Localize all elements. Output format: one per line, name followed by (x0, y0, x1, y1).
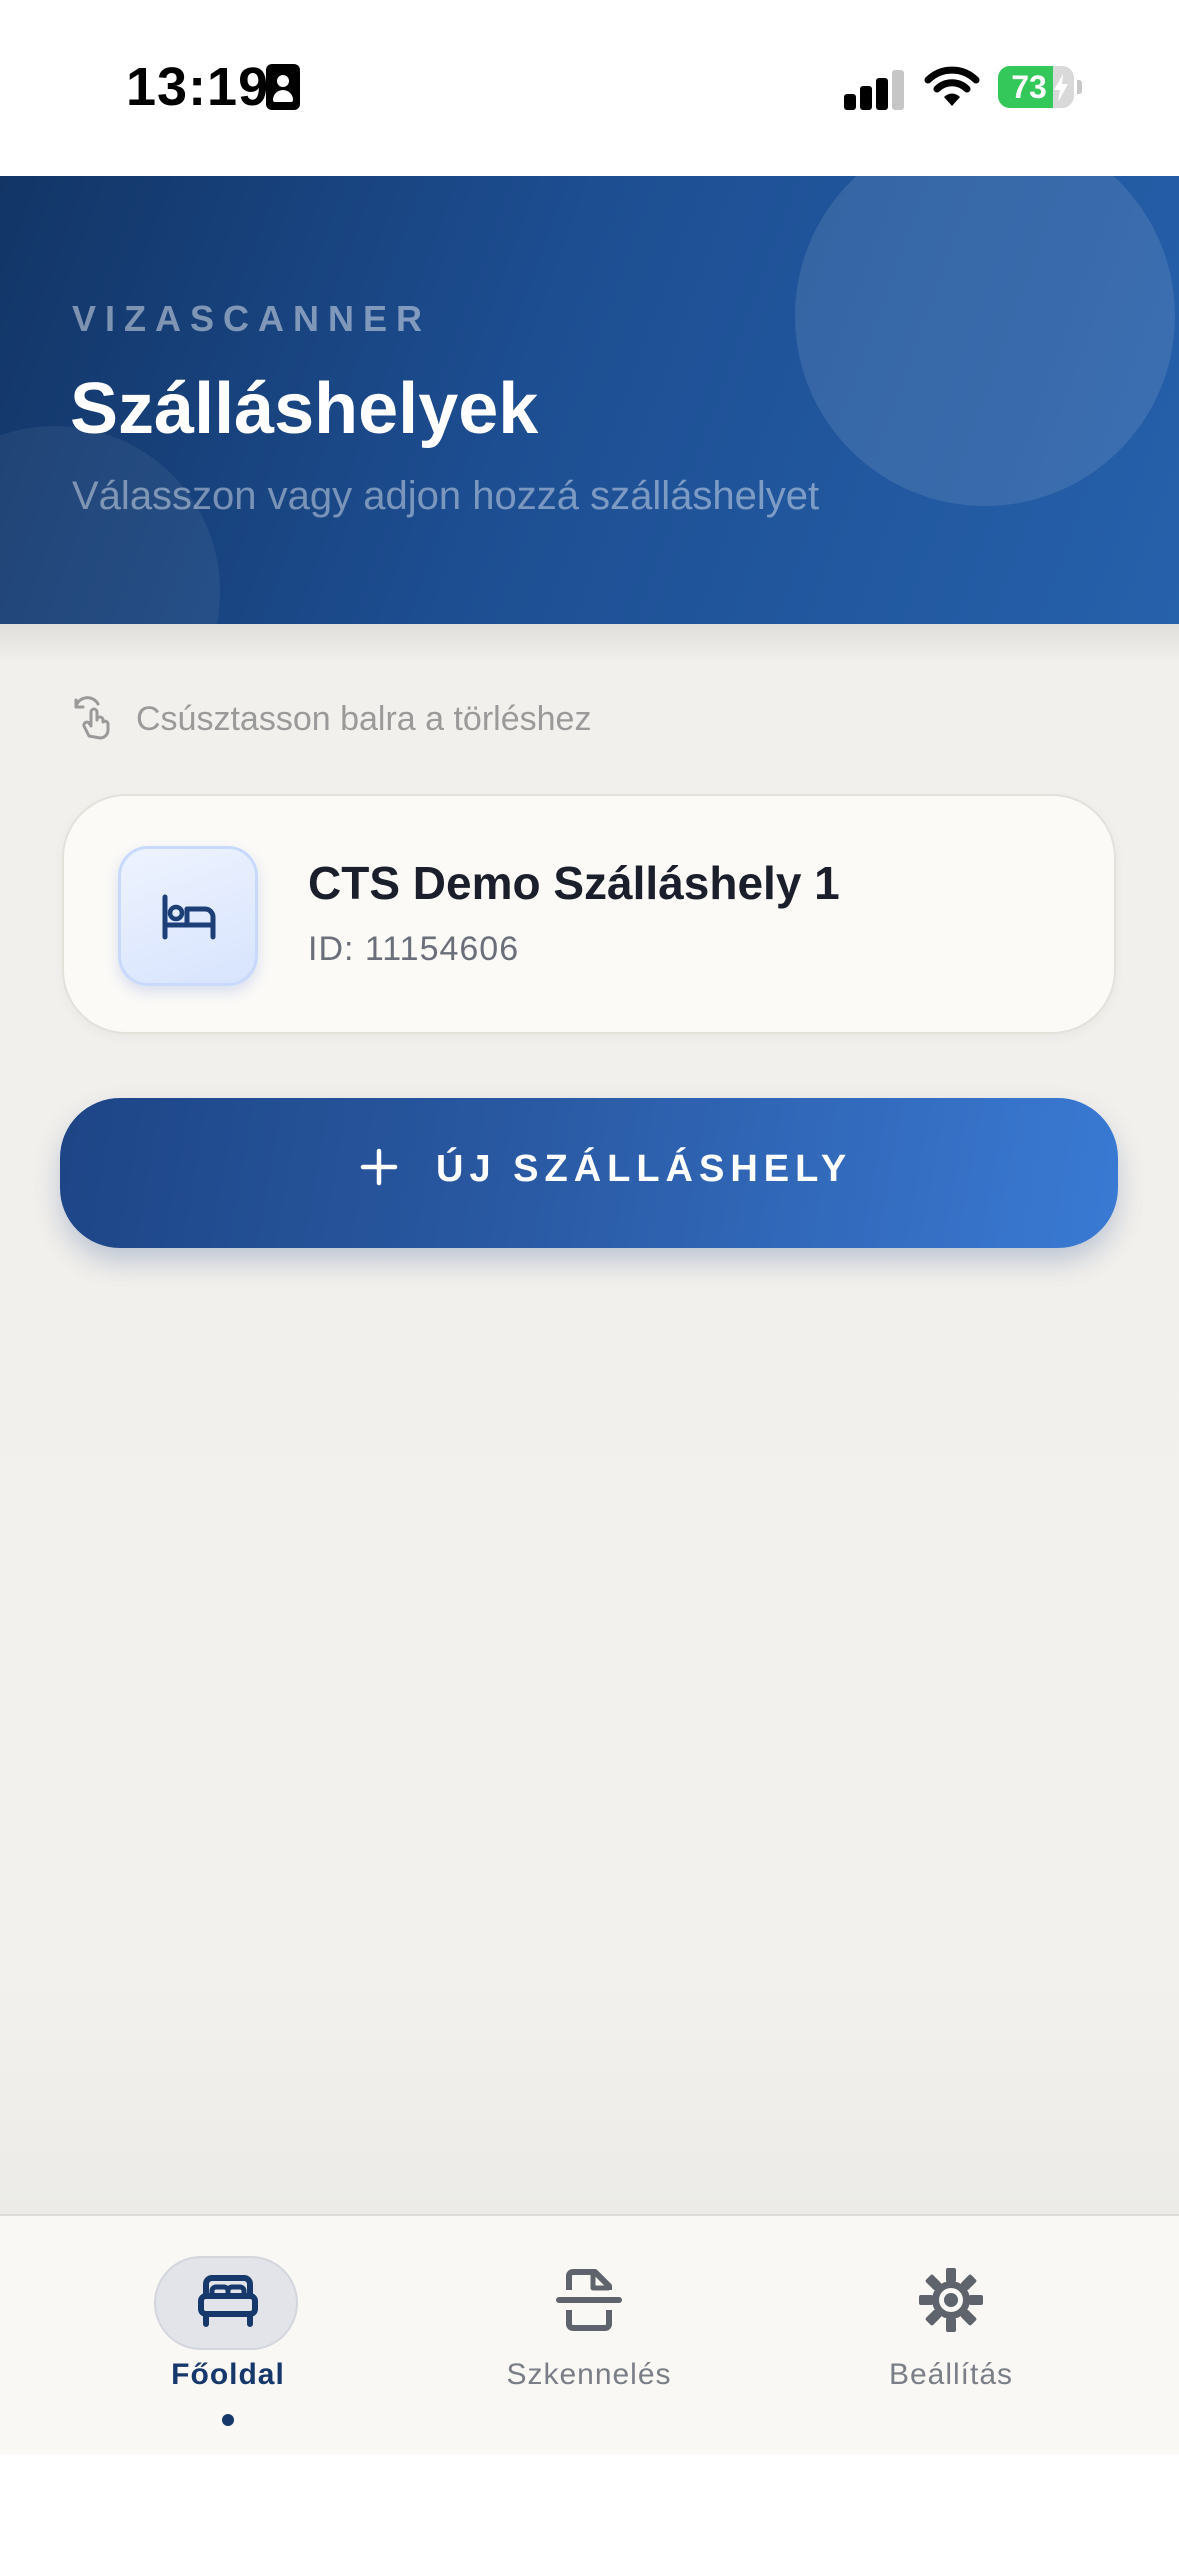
header-shadow (0, 624, 1179, 664)
tab-settings[interactable]: Beállítás (831, 2216, 1071, 2456)
plus-icon (360, 1148, 398, 1186)
tab-home[interactable]: Főoldal (108, 2216, 348, 2456)
app-name: VIZASCANNER (72, 298, 432, 339)
decorative-circle (795, 176, 1175, 506)
page-title: Szálláshelyek (70, 369, 539, 449)
app-screen: 13:19 73 VIZASCANNER Szálláshelyek Válas (0, 0, 1179, 2556)
bottom-tab-bar: Főoldal Szkennelés Beállítás (0, 2214, 1179, 2454)
active-tab-dot (222, 2414, 234, 2426)
tab-settings-label: Beállítás (888, 2358, 1014, 2391)
tab-home-label: Főoldal (171, 2358, 285, 2391)
status-bar: 13:19 73 (0, 0, 1179, 176)
tab-scan[interactable]: Szkennelés (469, 2216, 709, 2456)
page-subtitle: Válasszon vagy adjon hozzá szálláshelyet (72, 474, 820, 518)
wifi-icon (924, 66, 980, 106)
tab-scan-label: Szkennelés (506, 2358, 672, 2391)
decorative-circle (0, 426, 220, 624)
new-property-button[interactable]: ÚJ SZÁLLÁSHELY (60, 1098, 1118, 1248)
charging-bolt-icon (1054, 74, 1068, 102)
property-card[interactable]: CTS Demo Szálláshely 1 ID: 11154606 (62, 794, 1116, 1034)
battery-cap (1077, 80, 1082, 94)
home-indicator-area (0, 2454, 1179, 2556)
bed-icon (162, 894, 216, 940)
status-time: 13:19 (126, 57, 270, 117)
property-id: ID: 11154606 (308, 930, 520, 968)
battery-charging-icon: 73 (998, 66, 1074, 108)
property-icon-box (118, 846, 258, 986)
property-name: CTS Demo Szálláshely 1 (308, 857, 840, 909)
main-content: Csúsztasson balra a törléshez CTS Demo S… (0, 624, 1179, 2214)
document-scan-icon (556, 2269, 622, 2331)
id-card-icon (266, 64, 300, 110)
bed-icon (198, 2275, 258, 2327)
page-header: VIZASCANNER Szálláshelyek Válasszon vagy… (0, 176, 1179, 624)
swipe-gesture-icon (74, 696, 110, 740)
battery-level-text: 73 (1011, 69, 1047, 105)
swipe-hint-text: Csúsztasson balra a törléshez (136, 700, 592, 738)
gear-icon (919, 2268, 983, 2332)
cellular-signal-icon (844, 68, 906, 110)
new-property-label: ÚJ SZÁLLÁSHELY (436, 1148, 853, 1190)
